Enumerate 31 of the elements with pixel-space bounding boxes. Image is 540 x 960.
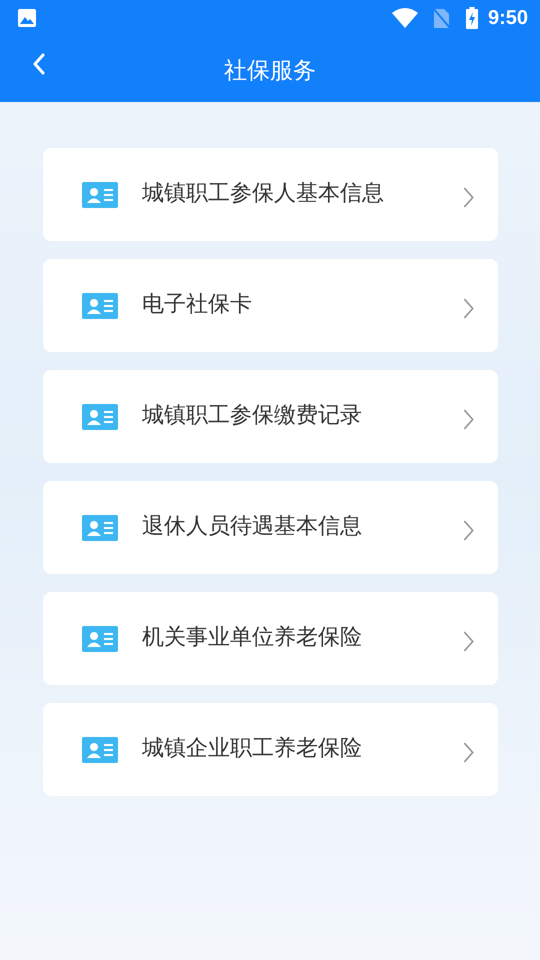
wifi-icon	[392, 8, 418, 28]
menu-item[interactable]: 城镇职工参保人基本信息	[43, 148, 498, 241]
chevron-icon	[463, 409, 474, 430]
no-sim-icon	[432, 7, 450, 29]
chevron-icon	[463, 298, 474, 319]
image-icon	[17, 8, 37, 28]
page-title: 社保服务	[224, 56, 316, 86]
chevron-icon	[463, 187, 474, 208]
menu-item-label: 城镇职工参保缴费记录	[142, 402, 363, 430]
menu-item[interactable]: 城镇职工参保缴费记录	[43, 370, 498, 463]
menu-item-label: 城镇企业职工养老保险	[142, 734, 363, 762]
menu-item-label: 退休人员待遇基本信息	[142, 512, 363, 540]
chevron-icon	[463, 631, 474, 652]
menu-item[interactable]: 机关事业单位养老保险	[43, 592, 498, 685]
chevron-icon	[463, 742, 474, 763]
id-card-icon	[82, 626, 118, 652]
battery-icon	[466, 7, 478, 29]
menu-item[interactable]: 退休人员待遇基本信息	[43, 481, 498, 574]
id-card-icon	[82, 292, 118, 318]
menu-item-label: 电子社保卡	[142, 290, 253, 318]
menu-item[interactable]: 电子社保卡	[43, 259, 498, 352]
chevron-icon	[463, 520, 474, 541]
id-card-icon	[82, 736, 118, 762]
menu-item-label: 城镇职工参保人基本信息	[142, 180, 385, 208]
menu-item[interactable]: 城镇企业职工养老保险	[43, 703, 498, 796]
id-card-icon	[82, 404, 118, 430]
id-card-icon	[82, 182, 118, 208]
id-card-icon	[82, 514, 118, 540]
clock-time: 9:50	[488, 6, 528, 30]
menu-item-label: 机关事业单位养老保险	[142, 624, 363, 652]
back-icon[interactable]	[33, 53, 45, 75]
